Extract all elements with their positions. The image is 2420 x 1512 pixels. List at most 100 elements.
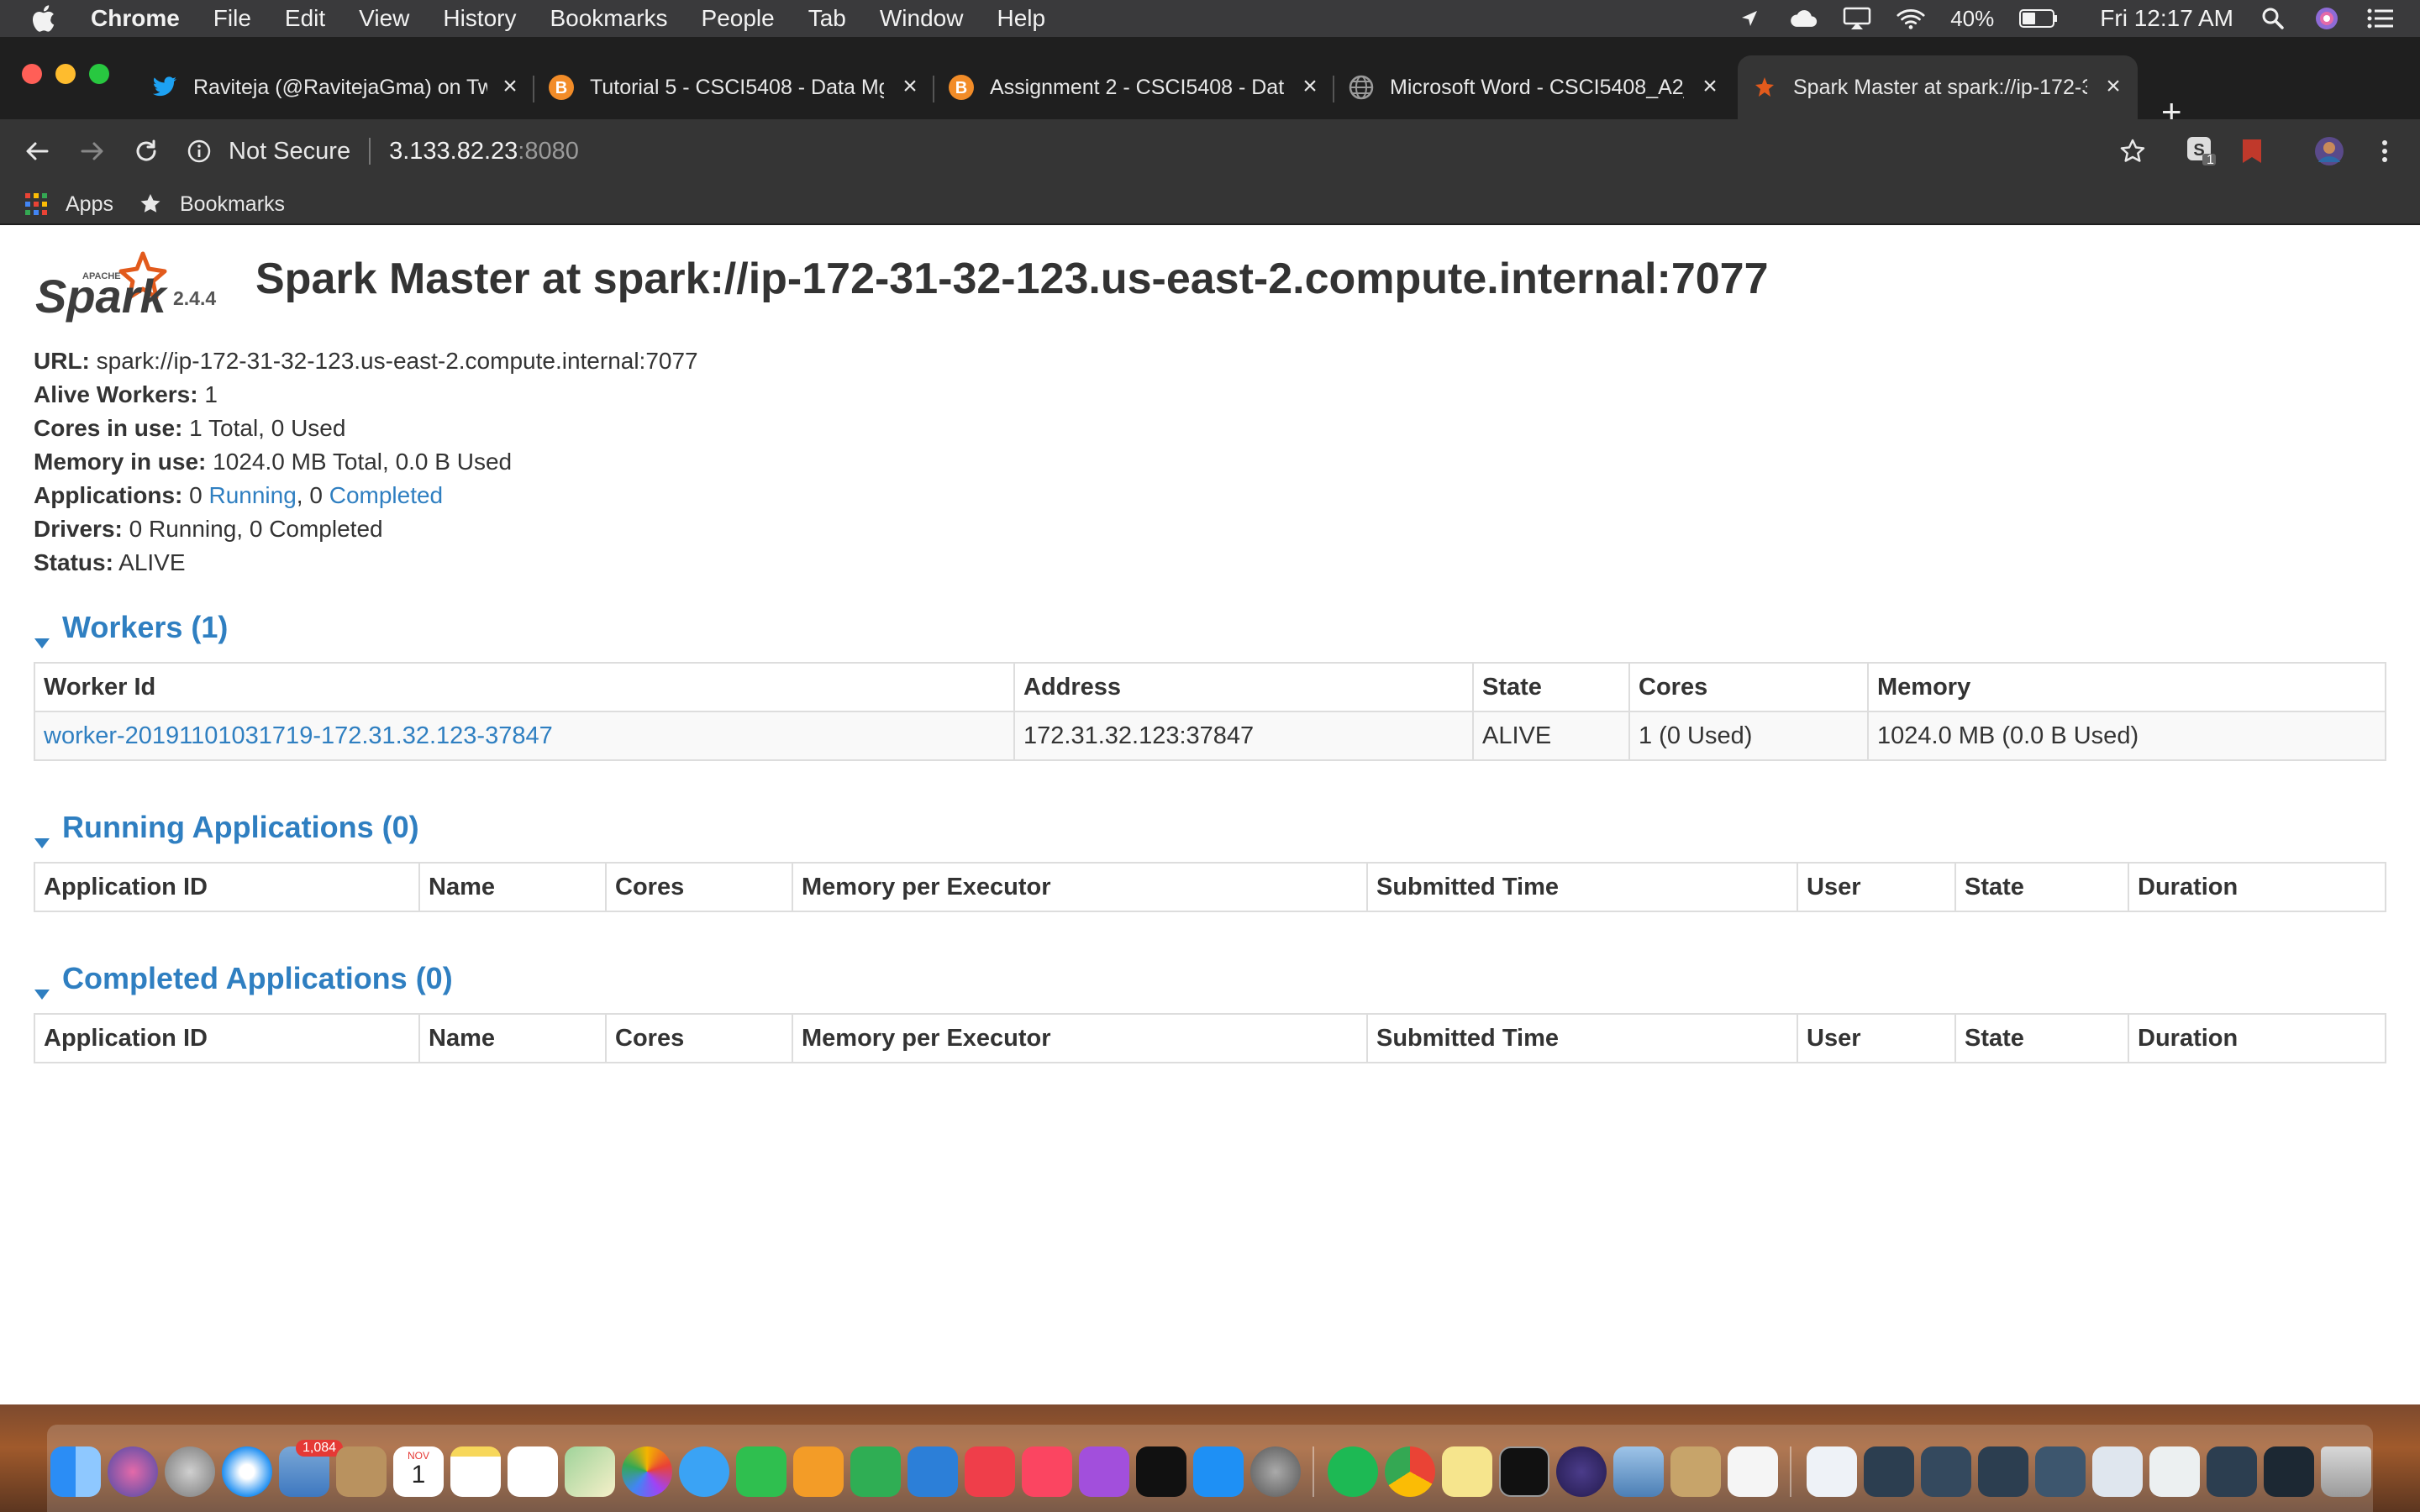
podcasts-icon[interactable]	[1079, 1446, 1129, 1497]
photos-icon[interactable]	[622, 1446, 672, 1497]
workers-section-toggle[interactable]: Workers (1)	[34, 610, 228, 648]
keychain-icon[interactable]	[1670, 1446, 1721, 1497]
messages-icon[interactable]	[679, 1446, 729, 1497]
column-header-submitted-time[interactable]: Submitted Time	[1366, 862, 1798, 912]
pages-icon[interactable]	[793, 1446, 844, 1497]
column-header-cores[interactable]: Cores	[605, 1013, 793, 1063]
bookmark-bookmarks-folder[interactable]: Bookmarks	[138, 192, 285, 217]
tab-spark-master[interactable]: Spark Master at spark://ip-172-3 ×	[1738, 55, 2138, 119]
apple-tv-icon[interactable]	[1136, 1446, 1186, 1497]
window-thumbnail-icon[interactable]	[1978, 1446, 2028, 1497]
notes-icon[interactable]	[450, 1446, 501, 1497]
close-window-button[interactable]	[22, 64, 42, 84]
column-header-worker-id[interactable]: Worker Id	[34, 662, 1015, 712]
column-header-memory-per-executor[interactable]: Memory per Executor	[792, 862, 1368, 912]
back-button[interactable]	[20, 134, 54, 168]
column-header-duration[interactable]: Duration	[2128, 862, 2386, 912]
not-secure-label[interactable]: Not Secure	[229, 138, 350, 165]
menu-people[interactable]: People	[702, 5, 775, 32]
airplay-icon[interactable]	[1843, 6, 1871, 31]
spotlight-search-icon[interactable]	[2259, 6, 2287, 31]
zoom-window-button[interactable]	[89, 64, 109, 84]
window-thumbnail-icon[interactable]	[2207, 1446, 2257, 1497]
column-header-name[interactable]: Name	[418, 1013, 607, 1063]
tab-close-icon[interactable]: ×	[2101, 74, 2126, 99]
window-thumbnail-icon[interactable]	[2264, 1446, 2314, 1497]
chrome-menu-icon[interactable]	[2368, 134, 2402, 168]
textedit-icon[interactable]	[1728, 1446, 1778, 1497]
column-header-name[interactable]: Name	[418, 862, 607, 912]
numbers-icon[interactable]	[850, 1446, 901, 1497]
tab-microsoft-word[interactable]: Microsoft Word - CSCI5408_A2_ ×	[1334, 55, 1734, 119]
running-applications-section-toggle[interactable]: Running Applications (0)	[34, 810, 419, 848]
clock[interactable]: Fri 12:17 AM	[2100, 5, 2233, 32]
terminal-icon[interactable]	[1499, 1446, 1549, 1497]
menu-window[interactable]: Window	[880, 5, 964, 32]
window-thumbnail-icon[interactable]	[1864, 1446, 1914, 1497]
menu-file[interactable]: File	[213, 5, 251, 32]
siri-icon[interactable]	[2312, 6, 2341, 31]
window-thumbnail-icon[interactable]	[2035, 1446, 2086, 1497]
tab-close-icon[interactable]: ×	[497, 74, 523, 99]
spotify-icon[interactable]	[1328, 1446, 1378, 1497]
music-icon[interactable]	[1022, 1446, 1072, 1497]
finder-icon[interactable]	[50, 1446, 101, 1497]
column-header-application-id[interactable]: Application ID	[34, 1013, 420, 1063]
siri-icon[interactable]	[108, 1446, 158, 1497]
trash-icon[interactable]	[2321, 1446, 2371, 1497]
calendar-icon[interactable]: NOV 1	[393, 1446, 444, 1497]
tab-twitter[interactable]: Raviteja (@RavitejaGma) on Twitt ×	[138, 55, 534, 119]
address-bar[interactable]: Not Secure 3.133.82.23:8080	[187, 128, 2086, 175]
document-thumbnail-icon[interactable]	[1807, 1446, 1857, 1497]
tab-close-icon[interactable]: ×	[897, 74, 923, 99]
menu-tab[interactable]: Tab	[808, 5, 846, 32]
location-arrow-icon[interactable]	[1735, 6, 1764, 31]
bookmark-star-icon[interactable]	[2116, 134, 2149, 168]
cloud-icon[interactable]	[1789, 6, 1818, 31]
column-header-memory[interactable]: Memory	[1867, 662, 2386, 712]
app-store-icon[interactable]	[1193, 1446, 1244, 1497]
window-thumbnail-icon[interactable]	[2092, 1446, 2143, 1497]
column-header-user[interactable]: User	[1797, 862, 1956, 912]
apache-spark-logo[interactable]: APACHE Spark	[34, 245, 176, 329]
battery-icon[interactable]	[2019, 6, 2058, 31]
reload-button[interactable]	[129, 134, 163, 168]
worker-id-link[interactable]: worker-20191101031719-172.31.32.123-3784…	[44, 722, 553, 749]
notification-center-icon[interactable]	[2366, 6, 2395, 31]
column-header-state[interactable]: State	[1954, 1013, 2129, 1063]
forward-button[interactable]	[76, 134, 109, 168]
menu-bookmarks[interactable]: Bookmarks	[550, 5, 667, 32]
menu-edit[interactable]: Edit	[285, 5, 325, 32]
profile-avatar[interactable]	[2312, 134, 2346, 168]
stickies-icon[interactable]	[1442, 1446, 1492, 1497]
wifi-icon[interactable]	[1897, 6, 1925, 31]
window-thumbnail-icon[interactable]	[2149, 1446, 2200, 1497]
column-header-state[interactable]: State	[1472, 662, 1630, 712]
minimize-window-button[interactable]	[55, 64, 76, 84]
column-header-state[interactable]: State	[1954, 862, 2129, 912]
column-header-memory-per-executor[interactable]: Memory per Executor	[792, 1013, 1368, 1063]
menu-history[interactable]: History	[443, 5, 516, 32]
tab-assignment-2[interactable]: B Assignment 2 - CSCI5408 - Data ×	[934, 55, 1334, 119]
menu-help[interactable]: Help	[997, 5, 1045, 32]
maps-icon[interactable]	[565, 1446, 615, 1497]
news-icon[interactable]	[965, 1446, 1015, 1497]
bookmark-extension-icon[interactable]	[2235, 134, 2269, 168]
safari-icon[interactable]	[222, 1446, 272, 1497]
completed-applications-link[interactable]: Completed	[329, 482, 443, 508]
launchpad-icon[interactable]	[165, 1446, 215, 1497]
preview-icon[interactable]	[1613, 1446, 1664, 1497]
column-header-address[interactable]: Address	[1013, 662, 1474, 712]
bookmark-apps[interactable]: Apps	[24, 192, 113, 217]
window-thumbnail-icon[interactable]	[1921, 1446, 1971, 1497]
column-header-user[interactable]: User	[1797, 1013, 1956, 1063]
menu-view[interactable]: View	[359, 5, 409, 32]
menu-app-name[interactable]: Chrome	[91, 5, 180, 32]
facetime-icon[interactable]	[736, 1446, 786, 1497]
running-applications-link[interactable]: Running	[208, 482, 296, 508]
system-preferences-icon[interactable]	[1250, 1446, 1301, 1497]
tab-close-icon[interactable]: ×	[1697, 74, 1723, 99]
tab-tutorial-5[interactable]: B Tutorial 5 - CSCI5408 - Data Mg ×	[534, 55, 934, 119]
contacts-icon[interactable]	[336, 1446, 387, 1497]
column-header-cores[interactable]: Cores	[1628, 662, 1869, 712]
